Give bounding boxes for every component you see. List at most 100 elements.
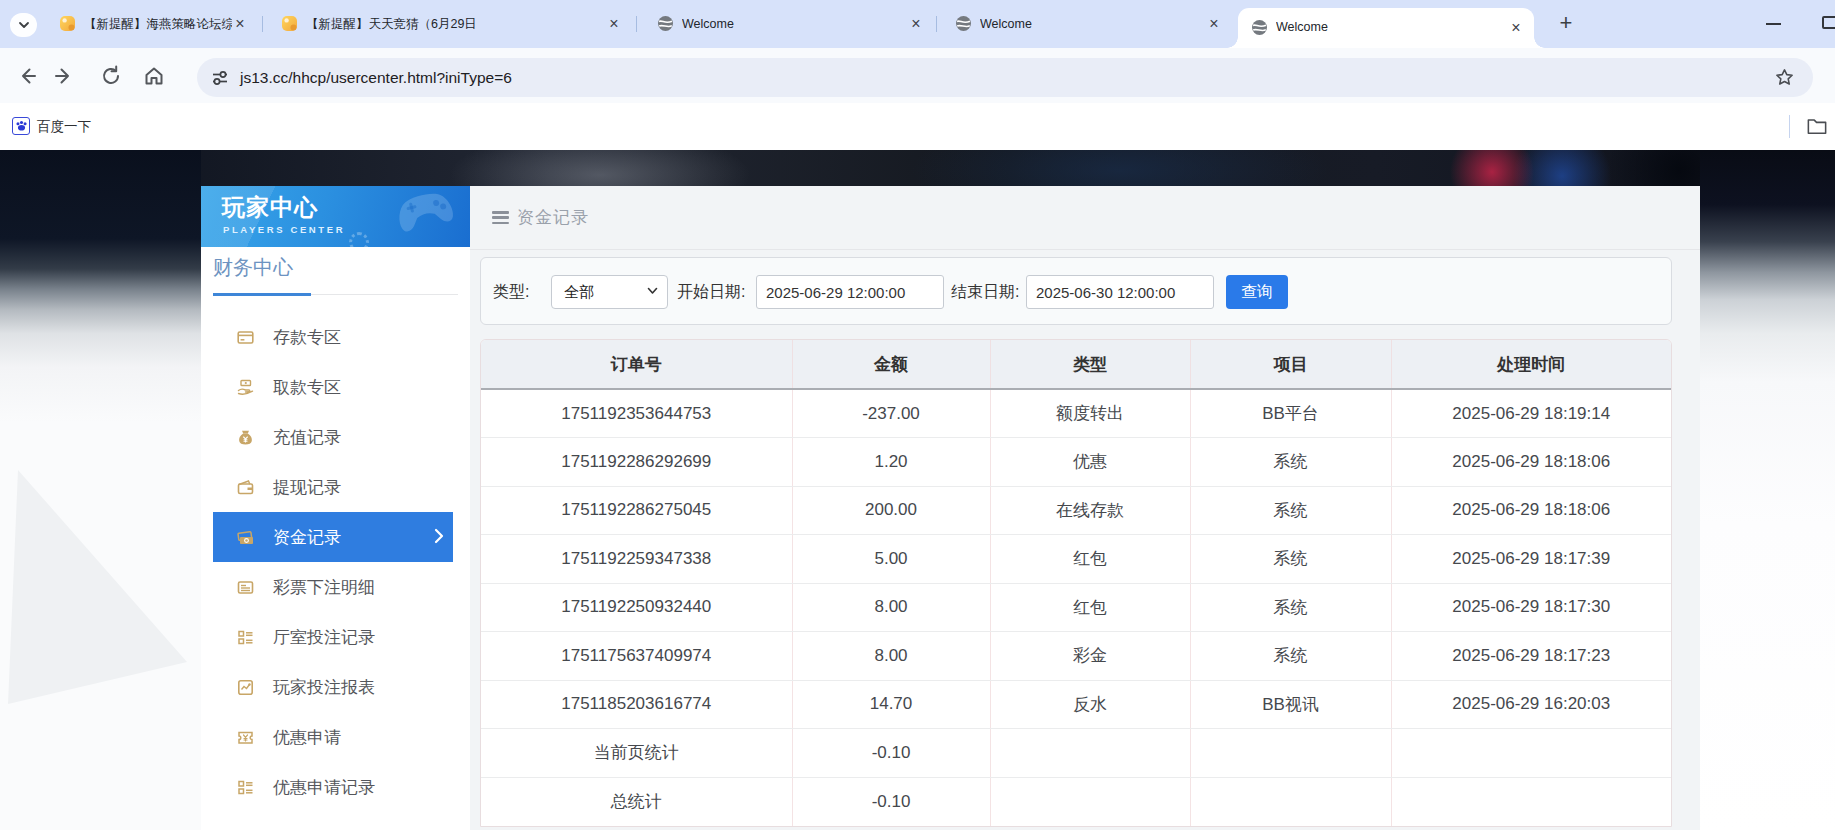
wallet-icon [237,479,254,496]
home-button[interactable] [142,64,166,88]
browser-tab[interactable]: Welcome× [644,0,934,48]
sidebar-item-withdraw-hand[interactable]: 取款专区 [213,362,453,412]
tab-close-icon[interactable]: × [1506,18,1526,38]
sidebar-item-ticket-list[interactable]: 彩票下注明细 [213,562,453,612]
table-cell [1391,729,1671,778]
sidebar-item-coupon[interactable]: 优惠申请 [213,712,453,762]
column-header: 金额 [792,340,990,389]
reload-button[interactable] [99,64,123,88]
bookmarks-bar: 百度一下 [0,103,1835,150]
table-cell: 系统 [1190,535,1391,584]
type-select[interactable]: 全部 [551,275,668,309]
sidebar-item-banknotes[interactable]: 资金记录 [213,512,453,562]
back-button[interactable] [15,64,39,88]
table-cell [990,729,1190,778]
table-cell: 1751192259347338 [481,535,792,584]
table-cell: 1751192250932440 [481,583,792,632]
sidebar: 玩家中心 PLAYERS CENTER 财务中心 存款专区取款专区充值记录提现记… [201,186,470,830]
new-tab-button[interactable]: + [1552,10,1580,38]
tab-separator [262,16,263,32]
browser-tab[interactable]: Welcome× [1238,8,1534,48]
sidebar-item-label: 资金记录 [273,526,341,549]
table-row: 1751192286275045200.00在线存款系统2025-06-29 1… [481,486,1671,535]
hamburger-icon[interactable] [492,211,509,225]
table-cell: 反水 [990,680,1190,729]
table-cell: 红包 [990,535,1190,584]
bookmark-item[interactable]: 百度一下 [37,103,91,150]
table-cell: 系统 [1190,583,1391,632]
table-cell: 2025-06-29 18:18:06 [1391,486,1671,535]
sidebar-item-label: 充值记录 [273,426,341,449]
table-cell: 总统计 [481,777,792,826]
end-date-input[interactable] [1026,275,1214,309]
sidebar-item-wallet[interactable]: 提现记录 [213,462,453,512]
table-row: 当前页统计-0.10 [481,729,1671,778]
table-row: 1751192353644753-237.00额度转出BB平台2025-06-2… [481,389,1671,438]
window-minimize-button[interactable] [1766,23,1781,25]
browser-tab[interactable]: Welcome× [942,0,1232,48]
table-cell: 14.70 [792,680,990,729]
records-table: 订单号金额类型项目处理时间 1751192353644753-237.00额度转… [480,339,1672,827]
browser-tab[interactable]: 【新提醒】天天竞猜（6月29日× [268,0,632,48]
table-body: 1751192353644753-237.00额度转出BB平台2025-06-2… [481,389,1671,826]
table-cell: 2025-06-29 16:20:03 [1391,680,1671,729]
table-cell: 彩金 [990,632,1190,681]
other-bookmarks-folder-icon[interactable] [1806,116,1828,136]
globe-favicon-icon [955,15,972,32]
tab-menu-button[interactable] [10,13,37,37]
start-date-input[interactable] [756,275,944,309]
table-cell: -0.10 [792,777,990,826]
table-cell: 系统 [1190,486,1391,535]
table-cell: 8.00 [792,583,990,632]
tab-separator [936,16,937,32]
sidebar-item-grid-list[interactable]: 优惠申请记录 [213,762,453,812]
sidebar-item-deposit-card[interactable]: 存款专区 [213,312,453,362]
table-cell: 1.20 [792,438,990,487]
page-title: 资金记录 [517,186,589,250]
tab-title: Welcome [1276,8,1508,48]
section-divider-accent [213,293,311,296]
table-cell: -237.00 [792,389,990,438]
table-cell: 系统 [1190,438,1391,487]
search-button[interactable]: 查询 [1226,275,1288,309]
sidebar-item-chart-report[interactable]: 玩家投注报表 [213,662,453,712]
globe-favicon-icon [1251,19,1268,36]
tab-close-icon[interactable]: × [230,14,250,34]
sidebar-item-money-bag[interactable]: 充值记录 [213,412,453,462]
table-cell [1190,777,1391,826]
table-cell: 5.00 [792,535,990,584]
address-bar[interactable]: js13.cc/hhcp/usercenter.html?iniType=6 [197,58,1813,97]
sidebar-item-grid-list[interactable]: 厅室投注记录 [213,612,453,662]
sidebar-item-label: 优惠申请 [273,726,341,749]
chat-bubble-favicon-icon [281,15,298,32]
tab-close-icon[interactable]: × [906,14,926,34]
select-chevron-icon [647,287,658,295]
browser-tab[interactable]: 【新提醒】海燕策略论坛综合交× [46,0,258,48]
navigation-bar: js13.cc/hhcp/usercenter.html?iniType=6 [0,48,1835,103]
grid-list-icon [237,779,254,796]
bookmark-star-icon[interactable] [1775,68,1794,87]
table-cell [1190,729,1391,778]
tab-close-icon[interactable]: × [604,14,624,34]
table-cell [990,777,1190,826]
table-cell: -0.10 [792,729,990,778]
web-page: 玩家中心 PLAYERS CENTER 财务中心 存款专区取款专区充值记录提现记… [0,150,1835,830]
sidebar-item-label: 提现记录 [273,476,341,499]
globe-favicon-icon [657,15,674,32]
table-cell: 优惠 [990,438,1190,487]
table-row: 总统计-0.10 [481,777,1671,826]
tab-title: Welcome [682,0,908,48]
window-restore-button[interactable] [1822,16,1835,29]
table-cell: 2025-06-29 18:17:39 [1391,535,1671,584]
table-cell: 系统 [1190,632,1391,681]
table-cell: 200.00 [792,486,990,535]
tab-close-icon[interactable]: × [1204,14,1224,34]
tab-title: 【新提醒】天天竞猜（6月29日 [306,0,606,48]
decorative-ring [349,232,369,247]
baidu-favicon [12,117,30,135]
chat-bubble-favicon-icon [59,15,76,32]
forward-button[interactable] [52,64,76,88]
withdraw-hand-icon [237,379,254,396]
table-cell: 1751175637409974 [481,632,792,681]
site-settings-icon[interactable] [211,69,229,87]
